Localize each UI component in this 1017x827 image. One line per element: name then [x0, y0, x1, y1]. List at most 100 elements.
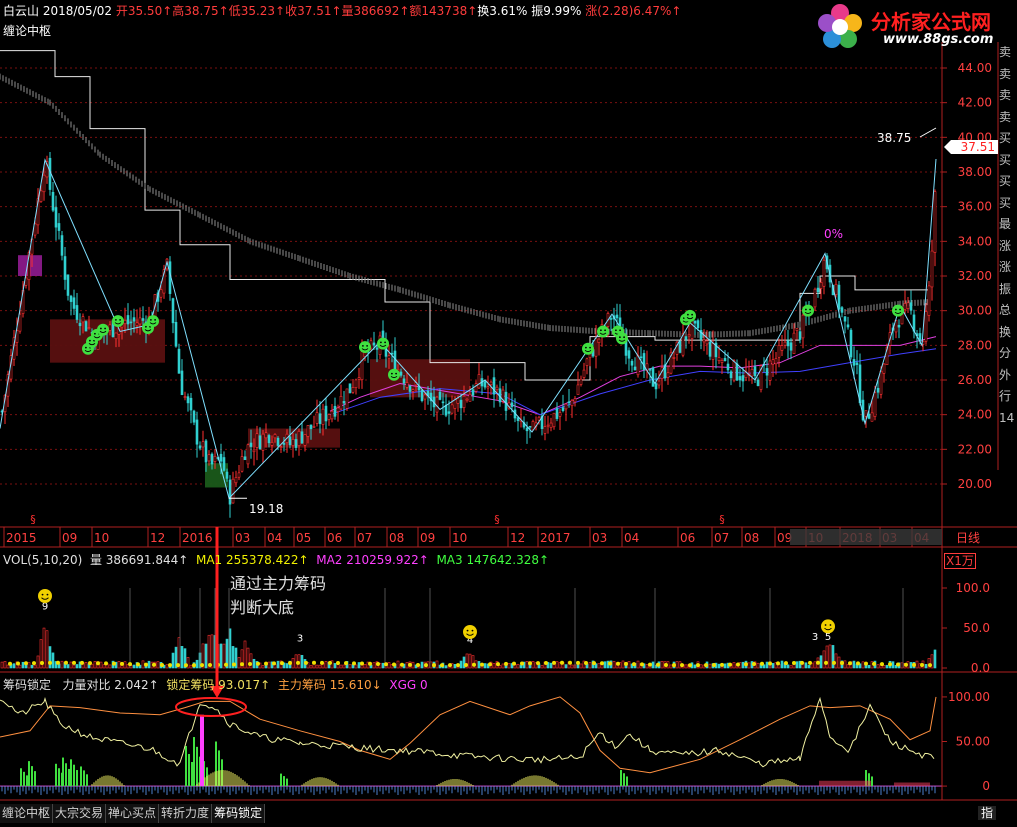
smiley-eye	[687, 313, 689, 316]
candle-body	[282, 443, 286, 445]
right-panel-item: 行	[999, 389, 1012, 403]
vol-dot	[808, 660, 812, 665]
candle-body	[708, 341, 712, 357]
chip-green-bar	[73, 764, 75, 787]
right-panel-item: 换	[999, 324, 1012, 339]
vol-dot	[296, 660, 300, 665]
vol-dot	[712, 663, 716, 668]
vol-dot	[184, 663, 188, 668]
smiley-icon	[147, 315, 159, 328]
candle-body	[225, 471, 229, 479]
smiley-eye	[100, 327, 102, 330]
candle-body	[471, 389, 475, 396]
candle-body	[126, 315, 130, 325]
corner-tab[interactable]: 指	[978, 806, 997, 820]
candle-body	[555, 408, 559, 419]
candle-body	[633, 366, 637, 371]
period-label: 日线	[956, 531, 980, 545]
vol-dot	[432, 663, 436, 668]
vol-dot	[760, 661, 764, 666]
vol-dot	[368, 661, 372, 666]
candle-body	[690, 320, 694, 339]
indicator-tab[interactable]: 转折力度	[159, 804, 213, 823]
volume-bar	[525, 661, 529, 669]
indicator-tab[interactable]: 大宗交易	[53, 804, 107, 823]
vol-dot	[192, 663, 196, 668]
grid-layer	[0, 67, 942, 485]
indicator-tab[interactable]: 缠论中枢	[0, 804, 54, 823]
candle-body	[342, 401, 346, 404]
volume-bar	[123, 661, 127, 669]
volume-bar	[555, 661, 559, 669]
smiley-face	[821, 619, 835, 634]
indicator-tab[interactable]: 筹码锁定	[212, 804, 266, 823]
indicator-tab[interactable]: 禅心买点	[106, 804, 160, 823]
candle-body	[321, 408, 325, 425]
volume-bar	[300, 654, 304, 669]
candle-body	[135, 322, 139, 326]
annotation-line2: 判断大底	[230, 598, 295, 617]
candle-body	[615, 314, 619, 319]
vol-dot	[176, 663, 180, 668]
candle-body	[924, 311, 928, 342]
candle-body	[654, 383, 658, 390]
candle-body	[543, 426, 547, 434]
candle-body	[693, 320, 697, 324]
volume-bar	[102, 664, 106, 669]
candle-body	[246, 444, 250, 465]
smiley-face	[684, 309, 696, 322]
volume-bar	[684, 664, 688, 669]
candle-body	[738, 376, 742, 381]
volume-bar	[804, 662, 808, 669]
candle-body	[60, 235, 64, 256]
volume-bar	[765, 661, 769, 669]
candle-body	[438, 391, 442, 400]
candle-body	[867, 413, 871, 419]
volume-bar	[6, 664, 10, 669]
volume-bar	[36, 655, 40, 669]
candle-body	[597, 338, 601, 344]
logo-url[interactable]: www.88gs.com	[883, 32, 993, 47]
candle-body	[66, 274, 70, 296]
vol-dot	[888, 662, 892, 667]
vol-dot	[24, 661, 28, 666]
vol-dot	[552, 660, 556, 665]
candle-body	[777, 345, 781, 358]
vol-dot	[304, 660, 308, 665]
signal-mark: §	[494, 513, 500, 526]
date-tick-label: 07	[714, 531, 729, 545]
vol-dot	[576, 660, 580, 665]
vol-dot	[280, 661, 284, 666]
volume-bar	[381, 662, 385, 669]
candle-body	[387, 355, 391, 359]
volume-bar	[357, 662, 361, 669]
logo-title: 分析家公式网	[871, 10, 991, 34]
flower-logo-icon	[818, 4, 862, 48]
smiley-face	[388, 368, 400, 381]
volume-bar	[84, 662, 88, 669]
volume-bar	[171, 652, 175, 669]
candle-body	[39, 190, 43, 202]
volume-bar	[612, 660, 616, 669]
candle-body	[726, 363, 730, 371]
volume-bar	[564, 664, 568, 669]
volume-bar	[549, 662, 553, 669]
volume-bar	[453, 664, 457, 669]
vol-dot	[408, 662, 412, 667]
price-tick-label: 28.00	[958, 338, 992, 352]
volume-bar	[651, 661, 655, 669]
volume-bar	[540, 665, 544, 669]
vol-dot	[136, 662, 140, 667]
date-range-highlight	[790, 529, 942, 545]
smiley-eye	[895, 308, 897, 311]
chip-tick-label: 0	[982, 779, 990, 793]
date-tick-label: 2015	[6, 531, 37, 545]
right-quote-panel: 卖卖卖卖买买买买最涨涨振总换分外行 14	[999, 42, 1017, 429]
smiley-face	[377, 337, 389, 350]
vol-dot	[248, 662, 252, 667]
high-price-label: 38.75	[877, 131, 911, 145]
candle-body	[309, 424, 313, 430]
volume-bar	[237, 657, 241, 669]
candle-body	[495, 386, 499, 391]
candle-body	[537, 416, 541, 421]
